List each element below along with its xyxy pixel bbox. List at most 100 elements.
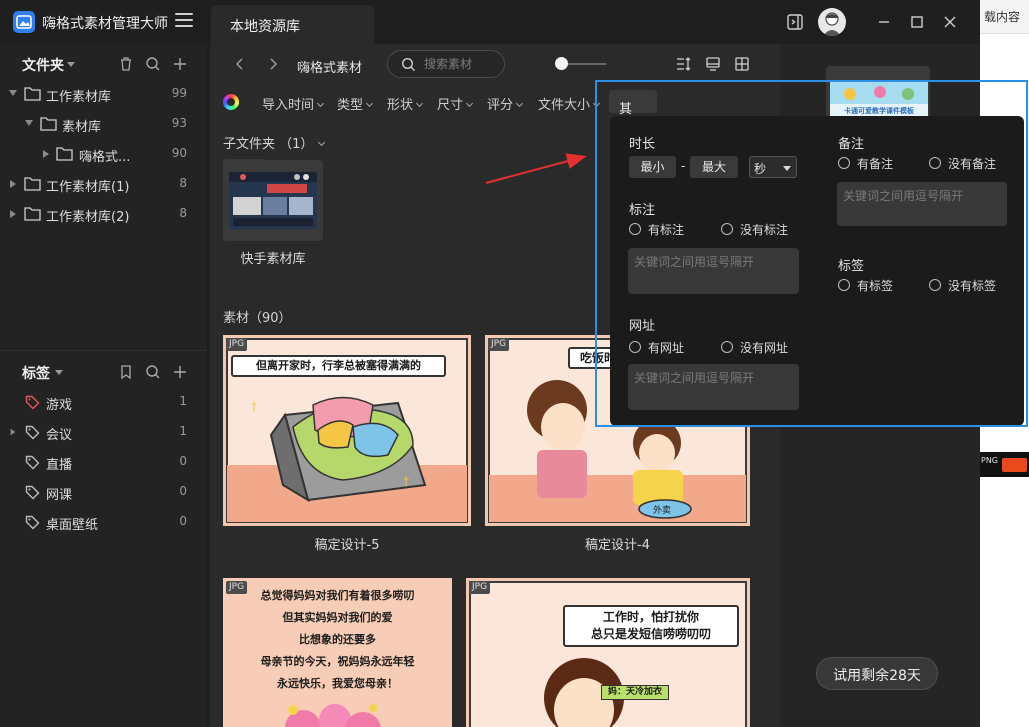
folder-count: 8 bbox=[179, 176, 187, 190]
layout-grid-icon[interactable] bbox=[733, 55, 751, 73]
url-keywords-input[interactable] bbox=[628, 364, 799, 410]
note-keywords-input[interactable] bbox=[837, 182, 1007, 226]
tags-header[interactable]: 标签 bbox=[0, 358, 207, 386]
comic-caption: 工作时，怕打扰你 总只是发短信唠唠叨叨 bbox=[563, 605, 739, 647]
search-input[interactable] bbox=[424, 56, 500, 72]
chevron-right-icon[interactable] bbox=[43, 150, 49, 158]
filter-size[interactable]: 尺寸 bbox=[437, 94, 474, 113]
chevron-right-icon[interactable] bbox=[10, 428, 16, 436]
chevron-down-icon[interactable] bbox=[9, 90, 17, 96]
sidebar-item-label: 工作素材库(1) bbox=[46, 180, 130, 195]
sidebar-folder-work-library-2[interactable]: 工作素材库(2) 8 bbox=[0, 199, 207, 229]
sidebar-folder-haigeshi[interactable]: 嗨格式... 90 bbox=[0, 139, 207, 169]
app-logo-icon bbox=[13, 11, 35, 33]
duration-max-input[interactable]: 最大 bbox=[690, 156, 738, 178]
filter-import-time[interactable]: 导入时间 bbox=[262, 94, 325, 113]
decorative-flowers bbox=[285, 704, 381, 727]
asset-thumbnail[interactable]: JPG 总觉得妈妈对我们有着很多唠叨 但其实妈妈对我们的爱 比想象的还要多 母亲… bbox=[223, 578, 452, 727]
svg-text:†: † bbox=[403, 474, 409, 488]
back-arrow-icon[interactable] bbox=[233, 56, 247, 72]
sidebar-item-label: 素材库 bbox=[62, 120, 102, 135]
sidebar-folder-work-library-1[interactable]: 工作素材库(1) 8 bbox=[0, 169, 207, 199]
tab-local-library[interactable]: 本地资源库 bbox=[211, 5, 374, 44]
title-bar: 嗨格式素材管理大师 本地资源库 bbox=[0, 0, 980, 44]
sidebar-tag-online-class[interactable]: 网课 0 bbox=[0, 477, 207, 507]
filter-file-size[interactable]: 文件大小 bbox=[538, 94, 601, 113]
chevron-down-icon bbox=[415, 99, 424, 108]
comic-caption: 但离开家时，行李总被塞得满满的 bbox=[231, 355, 446, 377]
breadcrumb[interactable]: 嗨格式素材 bbox=[297, 57, 362, 76]
close-icon[interactable] bbox=[940, 12, 960, 32]
url-keywords-field[interactable] bbox=[628, 364, 799, 410]
sidebar-tag-wallpaper[interactable]: 桌面壁纸 0 bbox=[0, 507, 207, 537]
chevron-down-icon bbox=[318, 138, 326, 147]
sidebar-item-label: 网课 bbox=[46, 488, 73, 503]
note-keywords-field[interactable] bbox=[837, 182, 1007, 226]
user-avatar[interactable] bbox=[818, 8, 846, 36]
app-title: 嗨格式素材管理大师 bbox=[42, 16, 168, 32]
filter-rating[interactable]: 评分 bbox=[487, 94, 524, 113]
tag-count: 0 bbox=[179, 514, 187, 528]
search-icon[interactable] bbox=[144, 363, 162, 381]
select-value: 秒 bbox=[754, 162, 767, 176]
color-filter-icon[interactable] bbox=[223, 94, 239, 110]
file-type-badge: JPG bbox=[226, 338, 248, 351]
minimize-icon[interactable] bbox=[874, 12, 894, 32]
folder-icon bbox=[40, 117, 57, 131]
sort-icon[interactable] bbox=[674, 55, 692, 73]
asset-caption: 稿定设计-4 bbox=[585, 538, 650, 553]
sidebar-folder-assets[interactable]: 素材库 93 bbox=[0, 109, 207, 139]
forward-arrow-icon[interactable] bbox=[266, 56, 280, 72]
folder-count: 8 bbox=[179, 206, 187, 220]
sidebar-tag-live[interactable]: 直播 0 bbox=[0, 447, 207, 477]
subfolder-card[interactable] bbox=[223, 159, 323, 241]
folder-icon bbox=[56, 147, 73, 161]
filter-label: 文件大小 bbox=[538, 98, 591, 113]
duration-unit-select[interactable]: 秒 bbox=[749, 156, 797, 178]
mark-keywords-field[interactable] bbox=[628, 248, 799, 294]
sidebar-tag-meeting[interactable]: 会议 1 bbox=[0, 417, 207, 447]
filter-label: 形状 bbox=[387, 98, 414, 113]
filter-type[interactable]: 类型 bbox=[337, 94, 374, 113]
subfolder-header[interactable]: 子文件夹 （1） bbox=[223, 133, 326, 152]
add-tag-icon[interactable] bbox=[171, 363, 189, 381]
add-folder-icon[interactable] bbox=[171, 55, 189, 73]
asset-thumbnail[interactable]: JPG 工作时，怕打扰你 总只是发短信唠唠叨叨 妈：天冷加衣 bbox=[466, 578, 750, 727]
chevron-right-icon[interactable] bbox=[10, 210, 16, 218]
note-label: 备注 bbox=[838, 137, 865, 152]
duration-label: 时长 bbox=[629, 137, 656, 152]
asset-thumbnail[interactable]: † † JPG 但离开家时，行李总被塞得满满的 bbox=[223, 335, 471, 526]
filter-shape[interactable]: 形状 bbox=[387, 94, 424, 113]
svg-text:†: † bbox=[251, 399, 257, 413]
background-badge: PNG bbox=[981, 456, 999, 465]
mark-keywords-input[interactable] bbox=[628, 248, 799, 294]
asset-caption: 稿定设计-5 bbox=[314, 538, 380, 553]
chevron-down-icon bbox=[515, 99, 524, 108]
search-box[interactable] bbox=[387, 50, 505, 78]
display-mode-icon[interactable] bbox=[704, 55, 722, 73]
bookmark-icon[interactable] bbox=[117, 363, 135, 381]
mark-label: 标注 bbox=[629, 203, 656, 218]
menu-icon[interactable] bbox=[175, 13, 193, 29]
chevron-right-icon[interactable] bbox=[10, 180, 16, 188]
folders-header[interactable]: 文件夹 bbox=[0, 50, 207, 78]
chevron-down-icon bbox=[365, 99, 374, 108]
sidebar-toggle-icon[interactable] bbox=[785, 12, 805, 32]
duration-min-input[interactable]: 最小 bbox=[629, 156, 676, 178]
search-icon[interactable] bbox=[144, 55, 162, 73]
folder-icon bbox=[24, 207, 41, 221]
sidebar-folder-work-library[interactable]: 工作素材库 99 bbox=[0, 79, 207, 109]
sidebar-divider[interactable] bbox=[0, 350, 207, 351]
chevron-down-icon[interactable] bbox=[67, 62, 75, 67]
chevron-down-icon[interactable] bbox=[25, 120, 33, 126]
trash-icon[interactable] bbox=[117, 55, 135, 73]
trial-remaining-button[interactable]: 试用剩余28天 bbox=[816, 657, 938, 690]
maximize-icon[interactable] bbox=[907, 12, 927, 32]
tag-icon bbox=[25, 455, 40, 470]
filter-other[interactable]: 其他 bbox=[609, 90, 657, 136]
sidebar-tag-game[interactable]: 游戏 1 bbox=[0, 387, 207, 417]
folder-icon bbox=[24, 177, 41, 191]
chevron-down-icon[interactable] bbox=[55, 370, 63, 375]
tag-count: 1 bbox=[179, 394, 187, 408]
slider-handle[interactable] bbox=[555, 57, 568, 70]
